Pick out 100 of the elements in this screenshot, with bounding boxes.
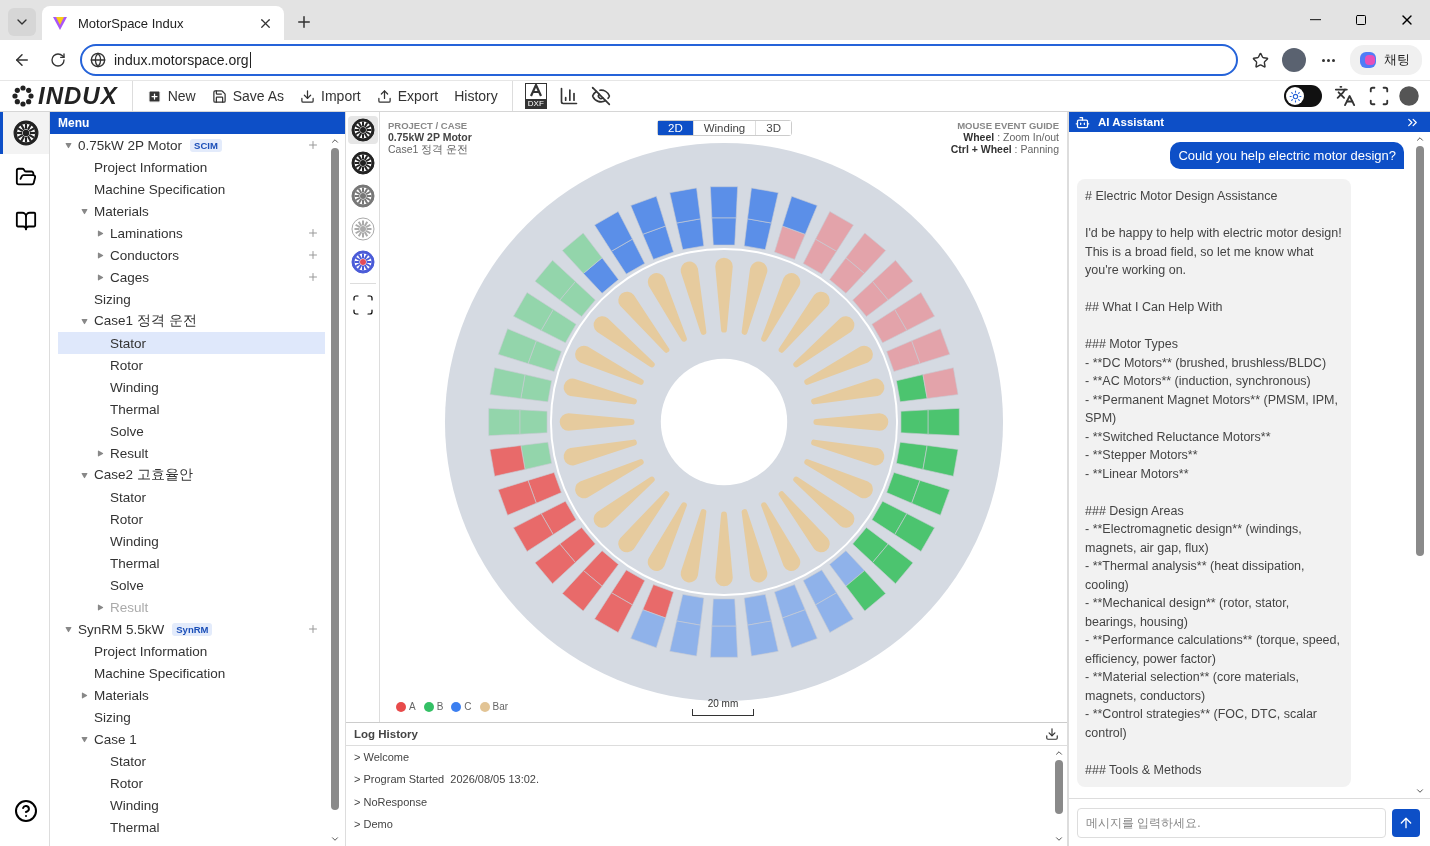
- message-line: ### Motor Types: [1085, 336, 1179, 353]
- tree-item[interactable]: Cages: [58, 266, 325, 288]
- tree-item[interactable]: Thermal: [58, 552, 325, 574]
- toolbar-button[interactable]: New: [140, 82, 202, 110]
- legend-label: A: [409, 701, 416, 712]
- tree-item[interactable]: Solve: [58, 420, 325, 442]
- guide-text: Ctrl + Wheel : Panning: [950, 143, 1059, 155]
- tree-item[interactable]: Sizing: [58, 706, 325, 728]
- plus-icon: [295, 13, 313, 31]
- tree-item[interactable]: Thermal: [58, 398, 325, 420]
- tree-item[interactable]: SynRM 5.5kW SynRM: [58, 618, 325, 640]
- tab-title: MotorSpace Indux: [78, 15, 185, 31]
- guide-text: Wheel : Zoom In/out: [963, 131, 1059, 143]
- message-line: ## What I Can Help With: [1085, 299, 1224, 316]
- tree-item[interactable]: Case1 정격 운전: [58, 310, 325, 332]
- folder-icon: [15, 166, 37, 188]
- theme-toggle[interactable]: [1284, 85, 1322, 107]
- legend-label: B: [436, 701, 444, 712]
- tree-item[interactable]: Machine Specification: [58, 178, 325, 200]
- toolbar-button[interactable]: Import: [294, 82, 367, 110]
- triangle-logo-icon: [52, 15, 68, 31]
- tree-item[interactable]: Winding: [58, 794, 325, 816]
- user-icon[interactable]: [1396, 83, 1422, 109]
- letter-a-icon: [528, 84, 543, 97]
- message-line: - **Stepper Motors**: [1085, 447, 1199, 464]
- scroll-down-icon: [1415, 786, 1425, 796]
- address-bar[interactable]: indux.motorspace.org: [80, 44, 1238, 76]
- toolbar-button[interactable]: Save As: [205, 82, 291, 110]
- tree-item[interactable]: Solve: [58, 574, 325, 596]
- wheel-icon: [350, 184, 375, 208]
- scroll-up-icon: [330, 136, 340, 146]
- log-title: Log History: [354, 728, 418, 740]
- tree-item[interactable]: 0.75kW 2P Motor SCIM: [58, 134, 325, 156]
- message-line: - **Permanent Magnet Motors** (PMSM, IPM, SPM): [1085, 391, 1339, 427]
- tree-item[interactable]: Rotor: [58, 354, 325, 376]
- wheel-icon: [350, 151, 375, 175]
- more-icon: [1321, 58, 1335, 62]
- tab-list-button[interactable]: [8, 8, 36, 36]
- tree-item[interactable]: Winding: [58, 530, 325, 552]
- wheel-icon: [350, 118, 375, 142]
- tree-item[interactable]: Machine Specification: [58, 662, 325, 684]
- profile-avatar[interactable]: [1282, 48, 1306, 72]
- motor-nav-button[interactable]: [0, 112, 49, 154]
- tree-item[interactable]: Sizing: [58, 288, 325, 310]
- wheel-icon: [350, 217, 375, 241]
- tree-item[interactable]: Materials: [58, 200, 325, 222]
- sun-icon: [1288, 89, 1302, 103]
- chat-button[interactable]: 채팅: [1350, 45, 1422, 75]
- message-line: - **DC Motors** (brushed, brushless/BLDC): [1085, 354, 1328, 372]
- log-entry: > Program Started 2026/08/05 13:02.: [354, 772, 540, 788]
- tree-item[interactable]: Conductors: [58, 244, 325, 266]
- view-tab[interactable]: 2D: [658, 121, 694, 135]
- tree-item[interactable]: Rotor: [58, 508, 325, 530]
- message-line: - **Switched Reluctance Motors**: [1085, 428, 1272, 446]
- chat-logo-icon: [1358, 50, 1378, 70]
- chat-title: AI Assistant: [1098, 116, 1166, 128]
- tree-item[interactable]: Materials: [58, 684, 325, 706]
- star-icon: [1251, 51, 1269, 69]
- app-logo: INDUX: [38, 82, 118, 110]
- tree-item[interactable]: Project Information: [58, 640, 325, 662]
- tree-item[interactable]: Project Information: [58, 156, 325, 178]
- dxf-export-button[interactable]: DXF: [524, 83, 547, 109]
- translate-icon[interactable]: [1334, 85, 1356, 107]
- message-line: - **Performance calculations** (torque, speed, efficiency, power factor): [1085, 632, 1341, 668]
- tree-item[interactable]: Stator: [58, 750, 325, 772]
- scale-label: 20 mm: [707, 698, 739, 709]
- eye-off-icon[interactable]: [590, 86, 611, 106]
- tree-item[interactable]: Thermal: [58, 816, 325, 838]
- tree-item[interactable]: Winding: [58, 376, 325, 398]
- download-icon[interactable]: [1045, 727, 1059, 741]
- globe-icon: [90, 52, 106, 68]
- message-line: - **Electromagnetic design** (windings, magnets, air gap, flux): [1085, 521, 1303, 557]
- tree-item[interactable]: Laminations: [58, 222, 325, 244]
- message-line: - **Mechanical design** (rotor, stator, bearings, housing): [1085, 595, 1291, 631]
- message-line: - **Thermal analysis** (heat dissipation, cooling): [1085, 558, 1306, 594]
- tree-item[interactable]: Stator: [58, 332, 325, 354]
- send-button[interactable]: [1392, 808, 1420, 837]
- log-entry: > Welcome: [354, 750, 411, 765]
- message-line: I'd be happy to help with electric motor design! This is a broad field, so let me know what you're working on.: [1085, 225, 1343, 279]
- message-line: - **Material selection** (core materials, magnets, conductors): [1085, 669, 1300, 705]
- tree-item[interactable]: Rotor: [58, 772, 325, 794]
- message-line: # Electric Motor Design Assistance: [1085, 188, 1279, 205]
- scale-bar: [692, 709, 754, 716]
- browser-tab[interactable]: MotorSpace Indux: [42, 6, 284, 40]
- chart-icon[interactable]: [558, 86, 579, 106]
- scroll-up-icon: [1415, 134, 1425, 144]
- scroll-down-icon: [1054, 834, 1064, 844]
- fullscreen-icon[interactable]: [1368, 85, 1390, 107]
- toolbar-button[interactable]: History: [448, 82, 504, 110]
- message-input[interactable]: 메시지를 입력하세요.: [1077, 807, 1386, 838]
- tree-item[interactable]: Stator: [58, 486, 325, 508]
- legend-label: C: [464, 701, 472, 712]
- plus-square-icon: [146, 88, 162, 104]
- maximize-icon: [1355, 14, 1367, 26]
- tree-item[interactable]: Case 1: [58, 728, 325, 750]
- tree-item[interactable]: Case2 고효율안: [58, 464, 325, 486]
- tree-item[interactable]: Result: [58, 442, 325, 464]
- guide-title: MOUSE EVENT GUIDE: [957, 120, 1059, 131]
- view-mode-button[interactable]: [347, 116, 378, 144]
- toolbar-button[interactable]: Export: [370, 82, 445, 110]
